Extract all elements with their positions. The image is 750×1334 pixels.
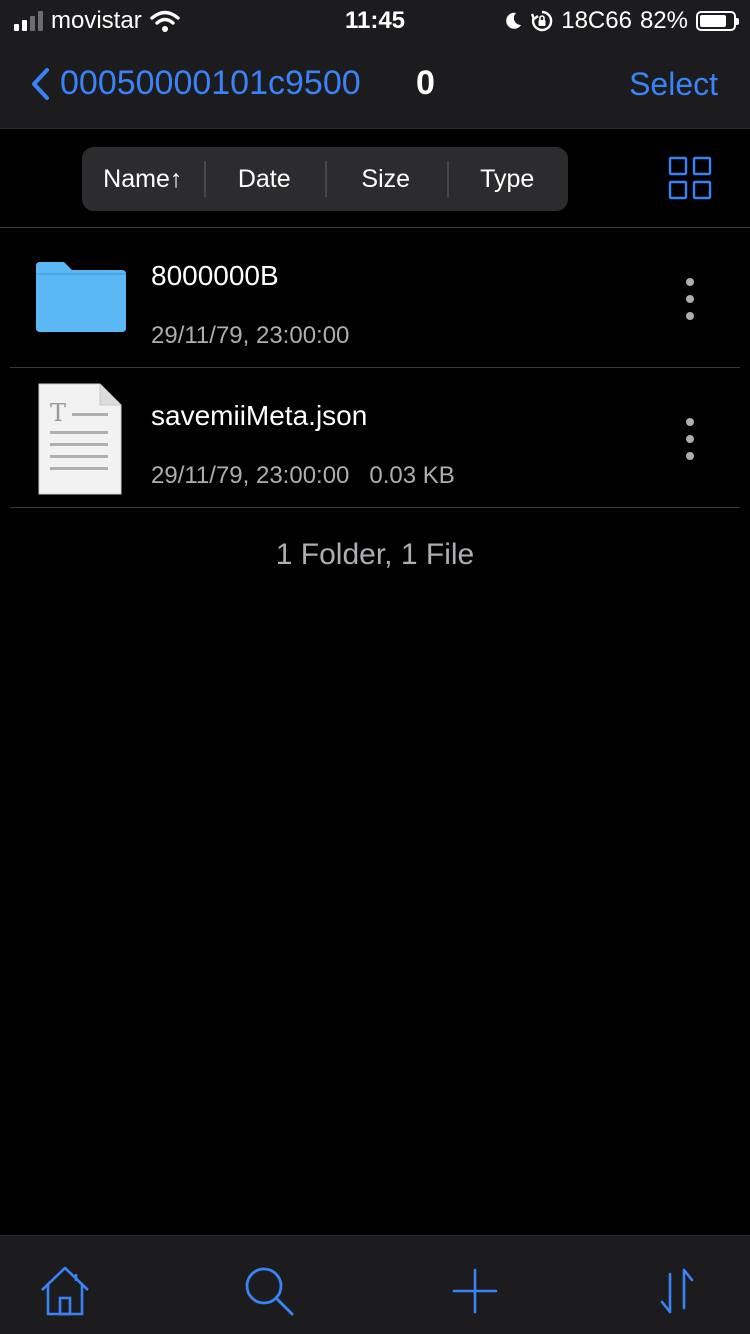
battery-percent: 82% bbox=[639, 7, 688, 34]
moon-icon bbox=[506, 12, 522, 29]
add-icon[interactable] bbox=[448, 1264, 502, 1318]
sort-by-size[interactable]: Size bbox=[325, 147, 447, 211]
sort-bar: Name↑ Date Size Type bbox=[0, 129, 750, 228]
status-bar: movistar 11:45 18C66 82% bbox=[0, 0, 750, 40]
selection-count: 0 bbox=[416, 64, 435, 102]
home-icon[interactable] bbox=[38, 1264, 92, 1318]
file-browser-screen: movistar 11:45 18C66 82% 00050000101c950… bbox=[0, 0, 750, 1334]
back-button[interactable]: 00050000101c9500 bbox=[30, 64, 361, 103]
file-list: 8000000B 29/11/79, 23:00:00 T savemiiMet… bbox=[0, 228, 750, 508]
status-right: 18C66 82% bbox=[503, 7, 739, 35]
sort-by-name[interactable]: Name↑ bbox=[82, 147, 204, 211]
more-options-button[interactable] bbox=[680, 278, 700, 320]
file-date: 29/11/79, 23:00:00 bbox=[151, 462, 350, 489]
navigation-bar: 00050000101c9500 0 Select bbox=[0, 40, 750, 129]
chevron-left-icon bbox=[32, 67, 49, 100]
file-meta: 29/11/79, 23:00:00 bbox=[151, 322, 349, 350]
text-file-icon: T bbox=[38, 383, 122, 495]
file-name: savemiiMeta.json bbox=[151, 400, 368, 431]
transfer-icon[interactable] bbox=[650, 1264, 704, 1318]
battery-icon bbox=[696, 11, 739, 31]
grid-view-icon[interactable] bbox=[668, 156, 712, 200]
network-label: 18C66 bbox=[561, 7, 632, 34]
list-item[interactable]: T savemiiMeta.json 29/11/79, 23:00:00 0.0… bbox=[10, 368, 740, 508]
folder-icon bbox=[36, 262, 126, 332]
more-options-button[interactable] bbox=[680, 418, 700, 460]
select-button[interactable]: Select bbox=[629, 66, 718, 103]
folder-path-title: 00050000101c9500 bbox=[60, 64, 361, 102]
svg-text:T: T bbox=[50, 399, 66, 427]
file-meta: 29/11/79, 23:00:00 0.03 KB bbox=[151, 462, 455, 490]
rotation-lock-icon bbox=[531, 10, 553, 32]
sort-by-type[interactable]: Type bbox=[446, 147, 569, 211]
file-name: 8000000B bbox=[151, 260, 279, 291]
bottom-toolbar bbox=[0, 1235, 750, 1334]
list-item[interactable]: 8000000B 29/11/79, 23:00:00 bbox=[10, 228, 740, 368]
sort-by-date[interactable]: Date bbox=[203, 147, 326, 211]
file-size: 0.03 KB bbox=[369, 462, 455, 489]
search-icon[interactable] bbox=[242, 1264, 296, 1318]
folder-summary: 1 Folder, 1 File bbox=[275, 538, 475, 571]
sort-segmented-control: Name↑ Date Size Type bbox=[82, 147, 568, 211]
file-date: 29/11/79, 23:00:00 bbox=[151, 322, 350, 349]
